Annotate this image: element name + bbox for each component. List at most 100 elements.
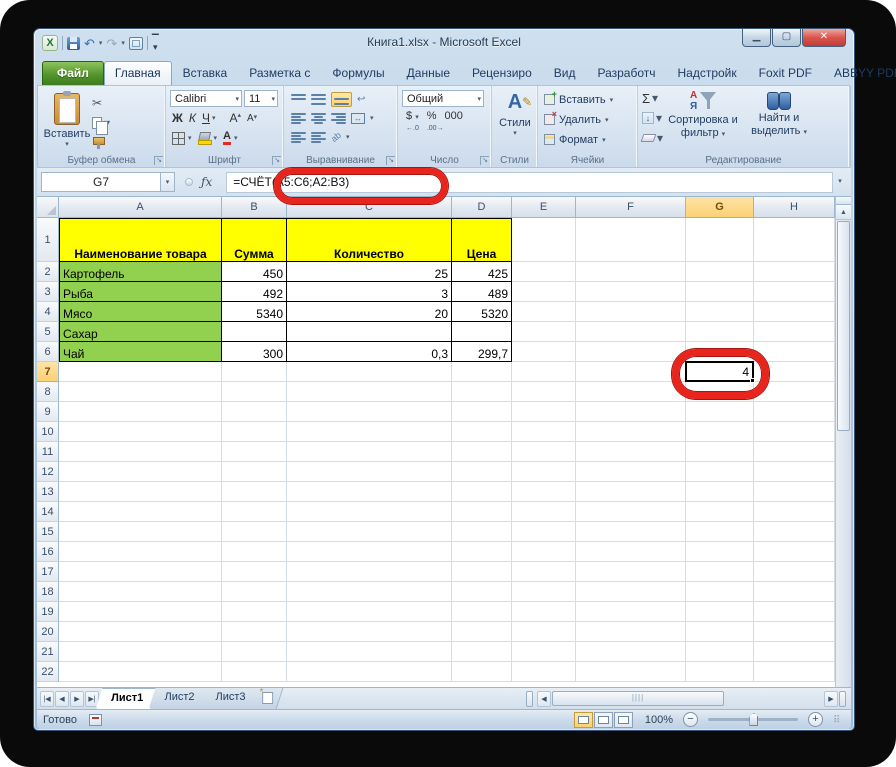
cell-B7[interactable] (222, 362, 287, 382)
tab-split-handle[interactable] (526, 690, 533, 707)
cell-H20[interactable] (754, 622, 835, 642)
next-sheet-icon[interactable]: ▶ (70, 690, 84, 707)
copy-button[interactable]: ▾ (92, 115, 110, 135)
cell-E20[interactable] (512, 622, 576, 642)
grow-font-button[interactable]: А▴ (229, 111, 241, 125)
cell-G9[interactable] (686, 402, 754, 422)
page-layout-view-button[interactable] (593, 711, 613, 728)
sort-filter-button[interactable]: АЯ Сортировка и фильтр ▾ (667, 90, 739, 153)
dialog-launcher-icon[interactable]: ↘ (480, 156, 489, 165)
cell-C7[interactable] (287, 362, 452, 382)
cell-G1[interactable] (686, 218, 754, 262)
cell-E19[interactable] (512, 602, 576, 622)
cell-D20[interactable] (452, 622, 512, 642)
vertical-scrollbar[interactable]: ▲ (835, 197, 851, 687)
comma-format-button[interactable]: 000 (444, 110, 462, 122)
cell-D7[interactable] (452, 362, 512, 382)
scroll-right-icon[interactable]: ▶ (824, 690, 838, 707)
expand-formula-bar-icon[interactable]: ▾ (833, 173, 847, 191)
cell-D6[interactable]: 299,7 (452, 342, 512, 362)
cell-B18[interactable] (222, 582, 287, 602)
cell-B11[interactable] (222, 442, 287, 462)
cell-E17[interactable] (512, 562, 576, 582)
cell-H17[interactable] (754, 562, 835, 582)
cell-E15[interactable] (512, 522, 576, 542)
cell-B6[interactable]: 300 (222, 342, 287, 362)
cell-E21[interactable] (512, 642, 576, 662)
cell-F8[interactable] (576, 382, 686, 402)
cell-B14[interactable] (222, 502, 287, 522)
cell-A19[interactable] (59, 602, 222, 622)
cell-E6[interactable] (512, 342, 576, 362)
cell-A11[interactable] (59, 442, 222, 462)
merge-center-icon[interactable]: ↔ (351, 112, 365, 124)
cell-E13[interactable] (512, 482, 576, 502)
cell-C15[interactable] (287, 522, 452, 542)
prev-sheet-icon[interactable]: ◀ (55, 690, 69, 707)
cell-D8[interactable] (452, 382, 512, 402)
zoom-out-button[interactable]: − (683, 712, 698, 727)
minimize-button[interactable]: ▁ (742, 29, 771, 47)
zoom-in-button[interactable]: + (808, 712, 823, 727)
fill-color-icon[interactable] (197, 132, 212, 145)
find-select-button[interactable]: Найти и выделить ▾ (743, 90, 815, 153)
cell-D21[interactable] (452, 642, 512, 662)
currency-format-button[interactable]: $ ▾ (406, 110, 419, 122)
vertical-scroll-thumb[interactable] (837, 221, 850, 431)
first-sheet-icon[interactable]: |◀ (40, 690, 54, 707)
ribbon-tab-разработч[interactable]: Разработч (586, 61, 666, 85)
cell-A18[interactable] (59, 582, 222, 602)
cell-A14[interactable] (59, 502, 222, 522)
column-header-E[interactable]: E (512, 197, 576, 218)
ribbon-tab-вид[interactable]: Вид (543, 61, 587, 85)
cell-E12[interactable] (512, 462, 576, 482)
cell-G19[interactable] (686, 602, 754, 622)
row-header-3[interactable]: 3 (37, 282, 59, 302)
column-header-G[interactable]: G (686, 197, 754, 218)
cell-F13[interactable] (576, 482, 686, 502)
page-break-view-button[interactable] (613, 711, 633, 728)
insert-function-icon[interactable]: ƒx (201, 175, 212, 189)
zoom-slider-handle[interactable] (749, 713, 759, 726)
name-box[interactable]: G7 (41, 172, 161, 192)
wrap-text-icon[interactable]: ↩ (357, 94, 365, 105)
close-button[interactable]: ✕ (802, 29, 846, 47)
cell-C22[interactable] (287, 662, 452, 682)
row-header-18[interactable]: 18 (37, 582, 59, 602)
tab-split-handle[interactable] (839, 690, 846, 707)
align-right-icon[interactable] (331, 112, 346, 124)
cell-A4[interactable]: Мясо (59, 302, 222, 322)
cell-B16[interactable] (222, 542, 287, 562)
styles-dropdown-icon[interactable]: ▾ (513, 129, 517, 137)
cell-G3[interactable] (686, 282, 754, 302)
cell-E4[interactable] (512, 302, 576, 322)
cell-A21[interactable] (59, 642, 222, 662)
cell-A3[interactable]: Рыба (59, 282, 222, 302)
cell-H3[interactable] (754, 282, 835, 302)
cell-D10[interactable] (452, 422, 512, 442)
cell-E1[interactable] (512, 218, 576, 262)
align-middle-icon[interactable] (311, 93, 326, 105)
bold-button[interactable]: Ж (172, 111, 183, 125)
cell-E3[interactable] (512, 282, 576, 302)
cell-H12[interactable] (754, 462, 835, 482)
cell-A8[interactable] (59, 382, 222, 402)
cell-B17[interactable] (222, 562, 287, 582)
number-format-select[interactable]: Общий ▾ (402, 90, 484, 107)
cell-E2[interactable] (512, 262, 576, 282)
row-header-13[interactable]: 13 (37, 482, 59, 502)
cut-button[interactable]: ✂ (92, 95, 110, 111)
column-header-A[interactable]: A (59, 197, 222, 218)
cell-B5[interactable] (222, 322, 287, 342)
align-center-icon[interactable] (311, 112, 326, 124)
cell-C12[interactable] (287, 462, 452, 482)
cell-H2[interactable] (754, 262, 835, 282)
increase-indent-icon[interactable] (311, 131, 326, 143)
cell-G18[interactable] (686, 582, 754, 602)
decrease-decimal-icon[interactable]: .00→ (427, 125, 444, 133)
row-header-7[interactable]: 7 (37, 362, 59, 382)
insert-cells-button[interactable]: Вставить▾ (542, 89, 634, 108)
cell-F9[interactable] (576, 402, 686, 422)
horizontal-scroll-track[interactable] (725, 691, 823, 706)
cell-D3[interactable]: 489 (452, 282, 512, 302)
